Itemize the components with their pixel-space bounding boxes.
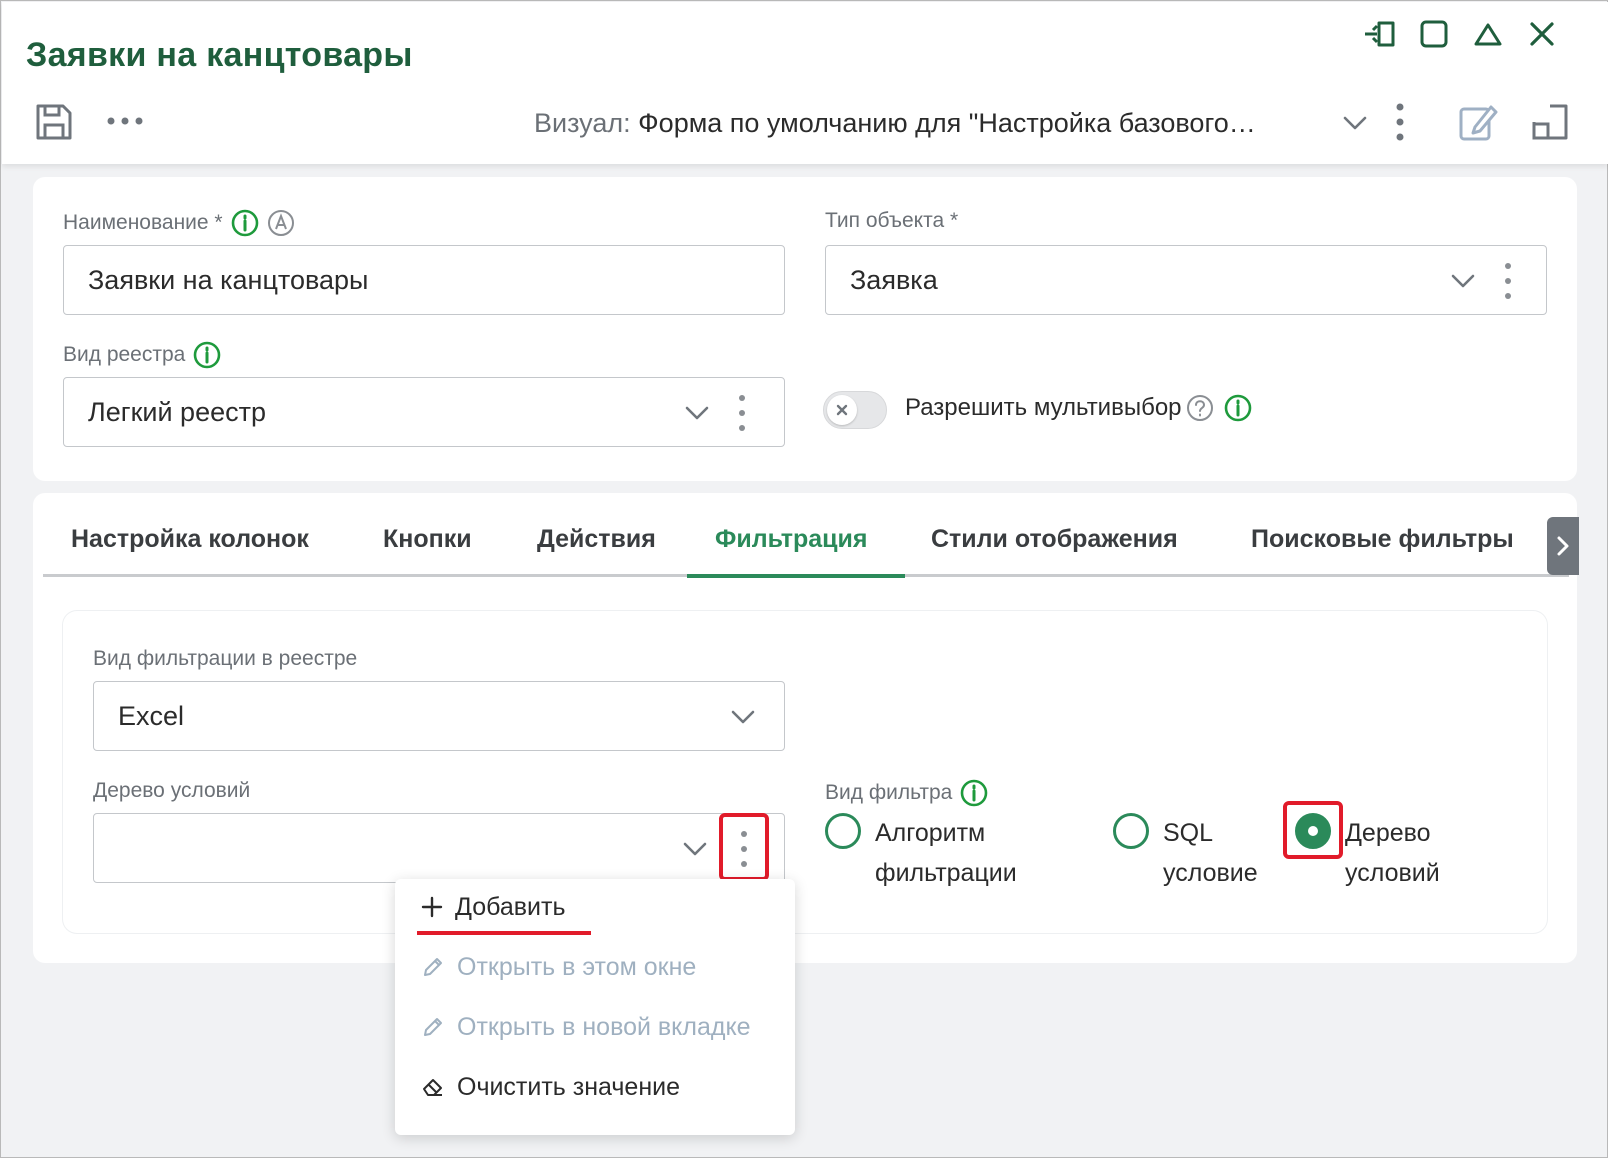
visual-label: Визуал:: [534, 108, 631, 138]
filter-type-label: Вид фильтра: [825, 781, 953, 804]
menu-item-open-new-tab: Открыть в новой вкладке: [421, 1007, 751, 1047]
registry-kind-label-row: Вид реестра: [63, 341, 221, 369]
radio-highlight: [1283, 801, 1343, 859]
tabs-scroll-right-button[interactable]: [1547, 517, 1579, 575]
option-line2: условие: [1163, 859, 1258, 887]
context-menu: Добавить Открыть в этом окне Открыть в н…: [395, 879, 795, 1135]
object-type-kebab-icon[interactable]: [1505, 263, 1511, 299]
save-icon[interactable]: [32, 100, 76, 144]
name-label-row: Наименование *: [63, 209, 295, 237]
chevron-down-icon[interactable]: [684, 400, 710, 426]
info-icon[interactable]: [960, 779, 988, 807]
add-underline-highlight: [417, 931, 591, 935]
option-line2: условий: [1345, 859, 1440, 887]
toggle-knob: [827, 395, 857, 425]
tab-display-styles[interactable]: Стили отображения: [931, 525, 1178, 554]
option-line2: фильтрации: [875, 859, 1017, 887]
radio-sql-condition[interactable]: [1113, 813, 1149, 849]
tab-columns[interactable]: Настройка колонок: [71, 525, 309, 554]
chevron-down-icon[interactable]: [730, 704, 756, 730]
tab-search-filters[interactable]: Поисковые фильтры: [1251, 525, 1514, 554]
close-icon[interactable]: [1522, 14, 1562, 54]
eraser-icon: [423, 1079, 442, 1096]
name-value: Заявки на канцтовары: [88, 264, 369, 295]
condition-tree-select[interactable]: [93, 813, 785, 883]
condition-tree-label: Дерево условий: [93, 779, 251, 802]
window-header: Заявки на канцтовары Визуал: Форма по ум…: [2, 2, 1608, 164]
tab-actions[interactable]: Действия: [537, 525, 656, 554]
tab-buttons[interactable]: Кнопки: [383, 525, 472, 554]
option-line1: Дерево: [1345, 819, 1431, 847]
menu-item-label: Открыть в новой вкладке: [457, 1012, 751, 1041]
radio-filter-algorithm-label[interactable]: Алгоритм фильтрации: [875, 813, 1017, 893]
registry-kind-label: Вид реестра: [63, 343, 186, 366]
menu-item-label: Открыть в этом окне: [457, 952, 697, 981]
app-window: Заявки на канцтовары Визуал: Форма по ум…: [0, 0, 1608, 1158]
tab-filtering[interactable]: Фильтрация: [715, 525, 868, 554]
pencil-icon: [424, 958, 442, 976]
pencil-icon: [424, 1018, 442, 1036]
filter-kind-value: Excel: [118, 700, 185, 731]
info-icon[interactable]: [193, 341, 221, 369]
autofill-icon[interactable]: [267, 209, 295, 237]
help-icon[interactable]: [1186, 394, 1214, 422]
chevron-down-icon[interactable]: [1450, 268, 1476, 294]
option-line1: SQL: [1163, 819, 1214, 847]
tab-bar: Настройка колонок Кнопки Действия Фильтр…: [43, 505, 1569, 578]
maximize-icon[interactable]: [1414, 14, 1454, 54]
more-actions-icon[interactable]: [106, 106, 146, 136]
option-line1: Алгоритм: [875, 819, 986, 847]
registry-kind-value: Легкий реестр: [88, 396, 266, 427]
visual-kebab-icon[interactable]: [1390, 102, 1410, 142]
filter-kind-label: Вид фильтрации в реестре: [93, 647, 358, 670]
multiselect-label-row: Разрешить мультивыбор: [905, 394, 1252, 422]
radio-filter-algorithm[interactable]: [825, 813, 861, 849]
collapse-icon[interactable]: [1468, 14, 1508, 54]
kebab-highlight: [719, 813, 769, 881]
info-icon[interactable]: [231, 209, 259, 237]
menu-item-add[interactable]: Добавить: [421, 887, 566, 927]
visual-chevron-down-icon[interactable]: [1340, 108, 1370, 138]
chevron-down-icon[interactable]: [682, 836, 708, 862]
multiselect-toggle[interactable]: [823, 391, 887, 429]
layout-icon[interactable]: [1528, 100, 1572, 144]
object-type-value: Заявка: [850, 264, 938, 295]
active-tab-indicator: [687, 574, 905, 578]
filter-kind-select[interactable]: Excel: [93, 681, 785, 751]
radio-condition-tree-label[interactable]: Дерево условий: [1345, 813, 1440, 893]
registry-kind-select[interactable]: Легкий реестр: [63, 377, 785, 447]
registry-kind-kebab-icon[interactable]: [739, 395, 745, 431]
menu-item-open-here: Открыть в этом окне: [421, 947, 696, 987]
pin-icon[interactable]: [1360, 14, 1400, 54]
x-icon: [836, 404, 848, 416]
visual-value: Форма по умолчанию для "Настройка базово…: [638, 108, 1256, 138]
filter-type-label-row: Вид фильтра: [825, 779, 988, 807]
info-icon[interactable]: [1224, 394, 1252, 422]
visual-selector[interactable]: Визуал: Форма по умолчанию для "Настройк…: [534, 108, 1256, 139]
window-title: Заявки на канцтовары: [26, 36, 413, 74]
menu-item-clear-value[interactable]: Очистить значение: [421, 1067, 680, 1107]
name-label: Наименование *: [63, 211, 223, 234]
plus-icon: [421, 896, 443, 918]
object-type-select[interactable]: Заявка: [825, 245, 1547, 315]
chevron-right-icon: [1557, 536, 1569, 556]
radio-sql-condition-label[interactable]: SQL условие: [1163, 813, 1258, 893]
menu-item-label: Очистить значение: [457, 1072, 680, 1101]
multiselect-label: Разрешить мультивыбор: [905, 394, 1182, 421]
edit-form-icon[interactable]: [1456, 100, 1500, 144]
object-type-label: Тип объекта *: [825, 209, 959, 232]
menu-item-label: Добавить: [455, 892, 566, 921]
name-field[interactable]: Заявки на канцтовары: [63, 245, 785, 315]
